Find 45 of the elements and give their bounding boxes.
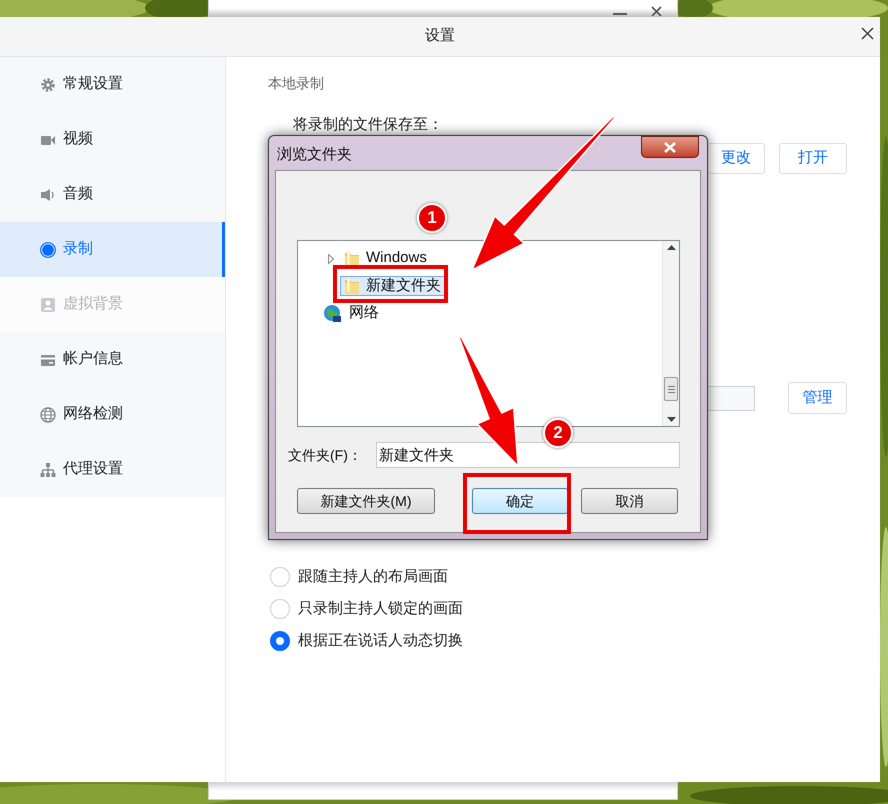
globe-icon	[40, 406, 56, 422]
scrollbar-thumb[interactable]	[664, 377, 678, 401]
folder-icon	[344, 277, 360, 295]
record-icon	[40, 242, 56, 258]
expand-icon[interactable]	[328, 254, 334, 264]
minimize-icon[interactable]	[613, 12, 627, 16]
manage-button[interactable]: 管理	[788, 382, 847, 414]
tree-item[interactable]: Windows	[340, 248, 431, 268]
hierarchy-icon	[40, 462, 56, 478]
dialog-button[interactable]: 新建文件夹(M)	[297, 488, 435, 514]
globe-icon	[323, 304, 343, 324]
open-button[interactable]: 打开	[779, 143, 847, 174]
dialog-button[interactable]: 确定	[472, 488, 568, 514]
sidebar-item[interactable]: 视频	[0, 112, 225, 167]
sidebar-item[interactable]: 帐户信息	[0, 332, 225, 387]
sidebar-item[interactable]: 音频	[0, 167, 225, 222]
close-icon[interactable]	[861, 27, 874, 40]
radio-button[interactable]	[270, 631, 290, 651]
close-icon	[663, 142, 677, 152]
folder-icon	[344, 250, 360, 268]
radio-label: 根据正在说话人动态切换	[298, 630, 463, 651]
section-title: 本地录制	[268, 74, 324, 93]
tree-item[interactable]: 网络	[319, 304, 383, 322]
sidebar-item[interactable]: 常规设置	[0, 57, 225, 112]
folder-input[interactable]: 新建文件夹	[376, 442, 680, 468]
scrollbar[interactable]	[662, 241, 679, 426]
radio-label: 跟随主持人的布局画面	[298, 566, 448, 587]
radio-label: 只录制主持人锁定的画面	[298, 598, 463, 619]
folder-label: 文件夹(F)：	[288, 446, 363, 465]
window-title: 设置	[425, 26, 455, 46]
close-button[interactable]	[641, 136, 699, 158]
tree-item[interactable]: 新建文件夹	[340, 276, 445, 296]
save-location-label: 将录制的文件保存至：	[293, 115, 443, 135]
sidebar-item[interactable]: 代理设置	[0, 442, 225, 497]
speaker-icon	[40, 186, 56, 202]
gear-icon	[40, 76, 56, 92]
scroll-up-icon[interactable]	[666, 245, 676, 250]
sidebar-item[interactable]: 录制	[0, 222, 225, 277]
person-icon	[40, 296, 56, 312]
change-button[interactable]: 更改	[707, 143, 765, 174]
close-icon[interactable]	[651, 6, 662, 16]
sidebar-item[interactable]: 网络检测	[0, 387, 225, 442]
scroll-down-icon[interactable]	[666, 417, 676, 422]
dialog-title: 浏览文件夹	[277, 144, 352, 165]
dialog-button[interactable]: 取消	[581, 488, 678, 514]
